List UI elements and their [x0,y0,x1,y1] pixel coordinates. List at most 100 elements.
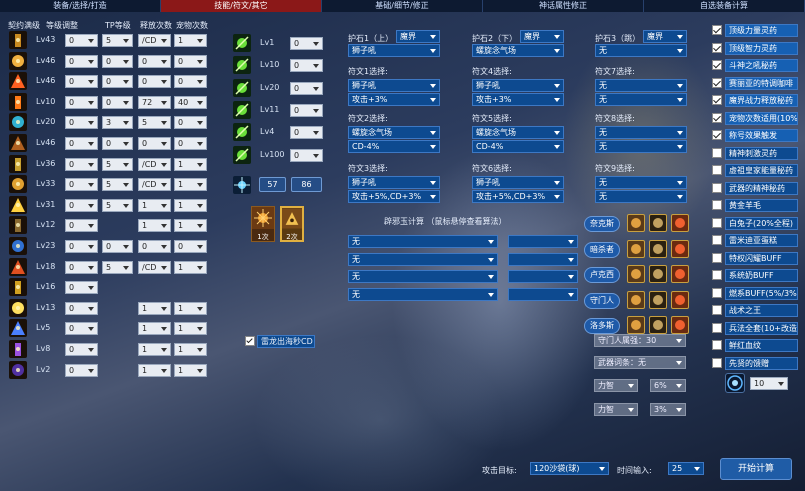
buff-checkbox[interactable] [712,60,722,70]
buff-checkbox[interactable] [712,200,722,210]
level-adjust-select[interactable]: 0 [65,281,98,295]
fighter-portrait-icon[interactable] [627,290,645,309]
rune-skill-select[interactable]: 螺旋念气场 [472,126,564,139]
rune-effect-select[interactable]: CD-4% [472,140,564,153]
guard-stone-type-select[interactable]: 魔界 [396,30,440,43]
rune-effect-select[interactable]: 无 [595,190,687,203]
buff-checkbox[interactable] [712,235,722,245]
release-count-select[interactable]: /CD [138,34,171,47]
fighter-portrait-icon[interactable] [671,290,689,309]
release-count-select[interactable]: 1 [138,343,171,356]
start-calculation-button[interactable]: 开始计算 [720,458,792,480]
passive-adjust-select[interactable]: 0 [290,81,323,95]
release-count-select[interactable]: 5 [138,116,171,130]
level-adjust-select[interactable]: 0 [65,157,98,171]
thunder-checkbox[interactable] [245,336,255,346]
fighter-portrait-icon[interactable] [649,290,667,309]
rune-skill-select[interactable]: 无 [595,126,687,139]
pet-count-select[interactable]: 1 [174,322,207,336]
passive-adjust-select[interactable]: 0 [290,37,323,50]
guard-stone-skill-select[interactable]: 螺旋念气场 [472,44,564,57]
tp-level-select[interactable]: 3 [102,116,133,130]
rune-effect-select[interactable]: 攻击+3% [348,93,440,106]
tp-level-select[interactable]: 5 [102,198,133,212]
fighter-portrait-icon[interactable] [671,316,689,335]
seal-value-select[interactable] [508,287,578,301]
seal-attribute-select[interactable]: 无 [348,270,498,283]
buff-checkbox[interactable] [712,25,722,35]
tp-level-select[interactable]: 0 [102,54,133,68]
seal-value-select[interactable] [508,252,578,266]
rune-effect-select[interactable]: 无 [595,140,687,153]
level-adjust-select[interactable]: 0 [65,178,98,192]
fighter-button[interactable]: 奈克斯 [584,216,620,232]
strength-value-1[interactable]: 6% [650,379,686,392]
rune-effect-select[interactable]: CD-4% [348,140,440,153]
attack-target-select[interactable]: 120沙袋(球) [530,462,609,475]
pet-count-select[interactable]: 1 [174,219,207,233]
seal-value-select[interactable] [508,270,578,283]
rune-effect-select[interactable]: 攻击+3% [472,93,564,106]
strength-type-1[interactable]: 力智 [594,379,638,392]
seal-value-select[interactable] [508,235,578,248]
level-adjust-select[interactable]: 0 [65,198,98,212]
release-count-select[interactable]: 1 [138,198,171,212]
release-count-select[interactable]: 0 [138,137,171,150]
pet-count-select[interactable]: 40 [174,95,207,109]
release-count-select[interactable]: 1 [138,301,171,315]
fighter-portrait-icon[interactable] [649,316,667,335]
seal-attribute-select[interactable]: 无 [348,287,498,301]
time-input-select[interactable]: 25 [668,462,704,475]
level-adjust-select[interactable]: 0 [65,363,98,377]
release-count-select[interactable]: /CD [138,157,171,171]
pet-count-select[interactable]: 0 [174,54,207,68]
rune-effect-select[interactable]: 攻击+5%,CD+3% [472,190,564,203]
level-adjust-select[interactable]: 0 [65,95,98,109]
level-adjust-select[interactable]: 0 [65,240,98,253]
pet-count-select[interactable]: 1 [174,301,207,315]
buff-checkbox[interactable] [712,305,722,315]
passive-adjust-select[interactable]: 0 [290,59,323,73]
fighter-portrait-icon[interactable] [649,265,667,284]
release-count-select[interactable]: /CD [138,260,171,274]
seal-attribute-select[interactable]: 无 [348,252,498,266]
level-adjust-select[interactable]: 0 [65,219,98,233]
seal-attribute-select[interactable]: 无 [348,235,498,248]
buff-checkbox[interactable] [712,270,722,280]
pet-count-select[interactable]: 1 [174,34,207,47]
buff-checkbox[interactable] [712,322,722,333]
tab-equipment[interactable]: 装备/选择/打造 [0,0,161,12]
tp-level-select[interactable]: 0 [102,240,133,253]
fighter-button[interactable]: 暗杀者 [584,241,620,258]
level-adjust-select[interactable]: 0 [65,301,98,315]
release-count-select[interactable]: /CD [138,178,171,192]
fighter-portrait-icon[interactable] [627,214,645,232]
fighter-portrait-icon[interactable] [627,239,645,258]
pet-count-select[interactable]: 0 [174,240,207,253]
pet-count-select[interactable]: 1 [174,157,207,171]
level-adjust-select[interactable]: 0 [65,116,98,130]
buff-checkbox[interactable] [712,287,722,298]
release-count-select[interactable]: 0 [138,240,171,253]
pet-count-select[interactable]: 1 [174,363,207,377]
release-count-select[interactable]: 1 [138,219,171,233]
pet-count-select[interactable]: 0 [174,75,207,89]
rune-skill-select[interactable]: 狮子吼 [472,79,564,92]
fighter-portrait-icon[interactable] [671,214,689,232]
buff-checkbox[interactable] [712,165,722,175]
gatekeeper-select[interactable]: 守门人属强：30 [594,334,686,347]
guard-stone-type-select[interactable]: 魔界 [520,30,564,43]
buff-checkbox[interactable] [712,147,722,158]
tp-level-select[interactable]: 0 [102,75,133,89]
tp-level-select[interactable]: 0 [102,137,133,150]
passive-adjust-select[interactable]: 0 [290,148,323,162]
buff-checkbox[interactable] [712,130,722,140]
tab-mythic[interactable]: 神话属性修正 [483,0,644,12]
passive-adjust-select[interactable]: 0 [290,126,323,140]
buff-checkbox[interactable] [712,340,722,350]
portrait-option-1[interactable]: 1次 [251,206,275,242]
guard-stone-skill-select[interactable]: 无 [595,44,687,57]
fighter-portrait-icon[interactable] [649,239,667,258]
strength-type-2[interactable]: 力智 [594,403,638,416]
level-adjust-select[interactable]: 0 [65,75,98,89]
